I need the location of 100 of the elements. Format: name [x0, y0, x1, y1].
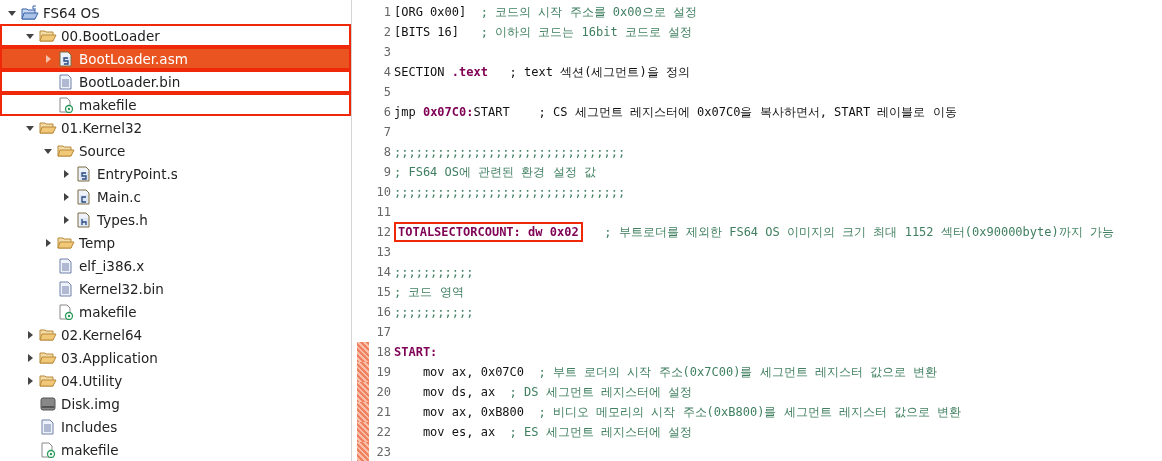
line-number: 10: [375, 185, 391, 199]
tree-item[interactable]: Source: [0, 139, 351, 162]
tree-item[interactable]: Includes: [0, 415, 351, 438]
tree-item-label: BootLoader.bin: [79, 73, 181, 90]
tree-item[interactable]: 04.Utility: [0, 369, 351, 392]
code-text: ; text 섹션(세그먼트)을 정의: [508, 64, 690, 79]
collapsed-arrow-icon[interactable]: [61, 214, 71, 225]
code-comment: ;;;;;;;;;;;: [394, 265, 474, 279]
tree-item[interactable]: Kernel32.bin: [0, 277, 351, 300]
code-keyword: 0x07C0:: [422, 104, 474, 119]
line-number: 11: [375, 205, 391, 219]
tree-item-label: Kernel32.bin: [79, 280, 164, 297]
code-comment: ; 이하의 코드는 16bit 코드로 설정: [479, 24, 693, 39]
tree-item[interactable]: 02.Kernel64: [0, 323, 351, 346]
tree-item[interactable]: Types.h: [0, 208, 351, 231]
tree-item[interactable]: 00.BootLoader: [0, 24, 351, 47]
code-comment: ; 코드의 시작 주소를 0x00으로 설정: [479, 4, 697, 19]
folder-icon: [39, 373, 57, 388]
tree-item-label: Main.c: [97, 188, 141, 205]
text-file-icon: [59, 280, 73, 297]
collapsed-arrow-icon[interactable]: [61, 168, 71, 179]
source-file-icon: [77, 211, 91, 228]
tree-item[interactable]: BootLoader.asm: [0, 47, 351, 70]
tree-item-label: 04.Utility: [61, 372, 123, 389]
line-number: 8: [382, 145, 391, 159]
tree-item[interactable]: Main.c: [0, 185, 351, 208]
line-number: 17: [375, 325, 391, 339]
tree-item[interactable]: Temp: [0, 231, 351, 254]
code-text: mov ax, 0x07C0: [421, 364, 525, 379]
text-file-icon: [59, 73, 73, 90]
tree-item[interactable]: makefile: [0, 438, 351, 461]
source-file-icon: [59, 50, 73, 67]
tree-item[interactable]: Disk.img: [0, 392, 351, 415]
code-comment: ; DS 세그먼트 레지스터에 설정: [508, 384, 693, 399]
tree-item[interactable]: EntryPoint.s: [0, 162, 351, 185]
line-number: 13: [375, 245, 391, 259]
code-comment: ;;;;;;;;;;;: [394, 305, 474, 319]
line-number: 22: [375, 425, 391, 439]
code-comment: ; 부트 로더의 시작 주소(0x7C00)를 세그먼트 레지스터 값으로 변환: [537, 364, 938, 379]
tree-item-label: 01.Kernel32: [61, 119, 143, 136]
text-file-icon: [59, 257, 73, 274]
source-file-icon: [77, 165, 91, 182]
line-number: 23: [375, 445, 391, 459]
line-number: 6: [382, 105, 391, 119]
line-number: 21: [375, 405, 391, 419]
tree-item-label: Types.h: [97, 211, 148, 228]
text-file-icon: [41, 418, 55, 435]
tree-item-label: 00.BootLoader: [61, 27, 160, 44]
folder-icon: [57, 143, 75, 158]
code-text: [ORG 0x00]: [394, 4, 467, 19]
tree-item[interactable]: elf_i386.x: [0, 254, 351, 277]
code-keyword: START:: [394, 345, 438, 359]
code-comment: ; ES 세그먼트 레지스터에 설정: [508, 424, 693, 439]
code-text: mov ax, 0xB800: [421, 404, 525, 419]
code-text: SECTION: [394, 64, 446, 79]
folder-icon: [39, 120, 57, 135]
tree-item-label: makefile: [79, 303, 137, 320]
folder-icon: [39, 28, 57, 43]
tree-item-label: elf_i386.x: [79, 257, 145, 274]
collapsed-arrow-icon[interactable]: [25, 329, 35, 340]
tree-item[interactable]: FS64 OS: [0, 1, 351, 24]
tree-item-label: Disk.img: [61, 395, 120, 412]
makefile-icon: [58, 303, 74, 320]
line-number: 9: [382, 165, 391, 179]
makefile-icon: [40, 441, 56, 458]
tree-item[interactable]: 01.Kernel32: [0, 116, 351, 139]
folder-icon: [39, 327, 57, 342]
tree-item[interactable]: makefile: [0, 93, 351, 116]
project-folder-icon: [21, 4, 39, 21]
collapsed-arrow-icon[interactable]: [25, 352, 35, 363]
tree-item[interactable]: 03.Application: [0, 346, 351, 369]
line-number: 20: [375, 385, 391, 399]
line-number: 18: [375, 345, 391, 359]
code-label: TOTALSECTORCOUNT: dw 0x02: [394, 221, 583, 242]
code-text: START ; CS 세그먼트 레지스터에 0x07C0을 복사하면서, START 레이블로 이동: [473, 104, 957, 119]
line-number: 3: [382, 45, 391, 59]
folder-icon: [39, 350, 57, 365]
tree-item-label: 03.Application: [61, 349, 158, 366]
tree-item-label: makefile: [79, 96, 137, 113]
code-comment: ; FS64 OS에 관련된 환경 설정 값: [394, 164, 596, 179]
collapsed-arrow-icon[interactable]: [43, 237, 53, 248]
code-comment: ; 코드 영역: [394, 284, 464, 299]
tree-item-label: FS64 OS: [43, 4, 100, 21]
tree-item-label: Includes: [61, 418, 118, 435]
line-number: 1: [382, 5, 391, 19]
tree-item-label: Source: [79, 142, 126, 159]
line-number: 7: [382, 125, 391, 139]
tree-item[interactable]: BootLoader.bin: [0, 70, 351, 93]
tree-item-label: makefile: [61, 441, 119, 458]
tree-item-label: BootLoader.asm: [79, 50, 188, 67]
line-number: 5: [382, 85, 391, 99]
collapsed-arrow-icon[interactable]: [61, 191, 71, 202]
tree-item[interactable]: makefile: [0, 300, 351, 323]
line-number: 16: [375, 305, 391, 319]
code-comment: ; 부트로더를 제외한 FS64 OS 이미지의 크기 최대 1152 섹터(0x90000byte)까지 가능: [603, 224, 1114, 239]
line-number: 14: [375, 265, 391, 279]
collapsed-arrow-icon[interactable]: [25, 375, 35, 386]
code-keyword: .text: [451, 64, 488, 79]
code-comment: ;;;;;;;;;;;;;;;;;;;;;;;;;;;;;;;;: [394, 185, 626, 199]
code-text: jmp: [394, 104, 417, 119]
